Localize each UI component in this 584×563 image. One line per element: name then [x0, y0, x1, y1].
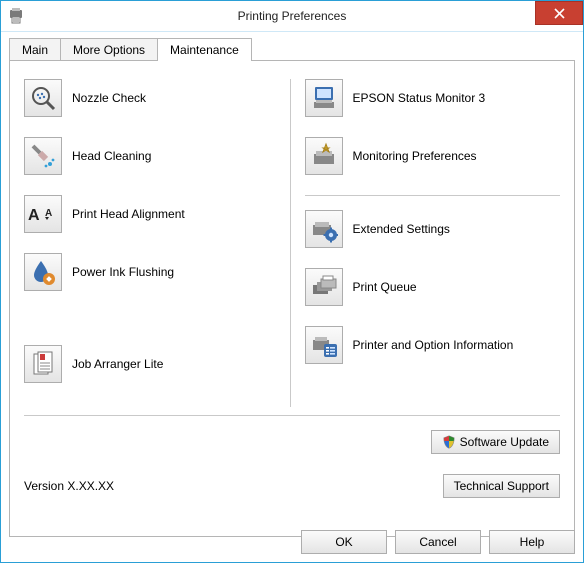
- item-printer-info: Printer and Option Information: [305, 326, 561, 364]
- item-nozzle-check: Nozzle Check: [24, 79, 280, 117]
- monitoring-prefs-button[interactable]: [305, 137, 343, 175]
- ok-label: OK: [335, 535, 352, 549]
- job-arranger-button[interactable]: [24, 345, 62, 383]
- help-label: Help: [520, 535, 545, 549]
- help-button[interactable]: Help: [489, 530, 575, 554]
- status-monitor-label: EPSON Status Monitor 3: [353, 91, 486, 105]
- right-separator: [305, 195, 561, 196]
- monitoring-prefs-label: Monitoring Preferences: [353, 149, 477, 163]
- item-head-alignment: A A Print Head Alignment: [24, 195, 280, 233]
- print-queue-button[interactable]: [305, 268, 343, 306]
- power-ink-button[interactable]: [24, 253, 62, 291]
- bottom-separator: [24, 415, 560, 416]
- job-arranger-label: Job Arranger Lite: [72, 357, 163, 371]
- technical-support-button[interactable]: Technical Support: [443, 474, 560, 498]
- svg-text:A: A: [45, 208, 52, 219]
- printer-info-label: Printer and Option Information: [353, 338, 514, 352]
- software-update-label: Software Update: [460, 435, 549, 449]
- head-cleaning-button[interactable]: [24, 137, 62, 175]
- item-head-cleaning: Head Cleaning: [24, 137, 280, 175]
- maintenance-panel: Nozzle Check Head Cleani: [9, 60, 575, 537]
- extended-settings-button[interactable]: [305, 210, 343, 248]
- head-alignment-button[interactable]: A A: [24, 195, 62, 233]
- svg-text:A: A: [28, 207, 40, 224]
- head-cleaning-label: Head Cleaning: [72, 149, 151, 163]
- item-power-ink: Power Ink Flushing: [24, 253, 280, 291]
- extended-settings-label: Extended Settings: [353, 222, 450, 236]
- technical-support-label: Technical Support: [454, 479, 549, 493]
- extended-settings-icon: [310, 215, 338, 243]
- window-title: Printing Preferences: [238, 9, 347, 23]
- print-queue-icon: [310, 273, 338, 301]
- close-icon: [554, 8, 565, 19]
- version-row: Version X.XX.XX Technical Support: [24, 474, 560, 498]
- tab-more-options[interactable]: More Options: [60, 38, 158, 61]
- status-monitor-icon: [310, 84, 338, 112]
- cancel-button[interactable]: Cancel: [395, 530, 481, 554]
- tab-main[interactable]: Main: [9, 38, 61, 61]
- printing-preferences-window: Printing Preferences Main More Options M…: [0, 0, 584, 563]
- cancel-label: Cancel: [419, 535, 456, 549]
- printer-sysicon: [7, 7, 25, 25]
- item-status-monitor: EPSON Status Monitor 3: [305, 79, 561, 117]
- maintenance-columns: Nozzle Check Head Cleani: [24, 79, 560, 407]
- window-body: Main More Options Maintenance: [1, 32, 583, 537]
- magnify-dots-icon: [29, 84, 57, 112]
- item-monitoring-prefs: Monitoring Preferences: [305, 137, 561, 175]
- tab-maintenance[interactable]: Maintenance: [157, 38, 252, 61]
- power-ink-label: Power Ink Flushing: [72, 265, 174, 279]
- close-button[interactable]: [535, 1, 583, 25]
- nozzle-check-label: Nozzle Check: [72, 91, 146, 105]
- nozzle-check-button[interactable]: [24, 79, 62, 117]
- printer-info-icon: [310, 331, 338, 359]
- print-queue-label: Print Queue: [353, 280, 417, 294]
- version-label: Version X.XX.XX: [24, 479, 114, 493]
- ok-button[interactable]: OK: [301, 530, 387, 554]
- head-clean-icon: [29, 142, 57, 170]
- power-ink-icon: [29, 258, 57, 286]
- item-extended-settings: Extended Settings: [305, 210, 561, 248]
- tabs: Main More Options Maintenance: [9, 38, 575, 61]
- titlebar: Printing Preferences: [1, 1, 583, 32]
- monitor-prefs-icon: [310, 142, 338, 170]
- status-monitor-button[interactable]: [305, 79, 343, 117]
- software-update-button[interactable]: Software Update: [431, 430, 560, 454]
- right-column: EPSON Status Monitor 3 Monitoring Prefer…: [290, 79, 561, 407]
- head-alignment-label: Print Head Alignment: [72, 207, 185, 221]
- left-column: Nozzle Check Head Cleani: [24, 79, 290, 407]
- alignment-icon: A A: [28, 203, 58, 225]
- printer-info-button[interactable]: [305, 326, 343, 364]
- job-arranger-icon: [29, 350, 57, 378]
- shield-icon: [442, 435, 456, 449]
- item-job-arranger: Job Arranger Lite: [24, 345, 280, 383]
- software-update-row: Software Update: [24, 430, 560, 454]
- dialog-buttons: OK Cancel Help: [301, 530, 575, 554]
- item-print-queue: Print Queue: [305, 268, 561, 306]
